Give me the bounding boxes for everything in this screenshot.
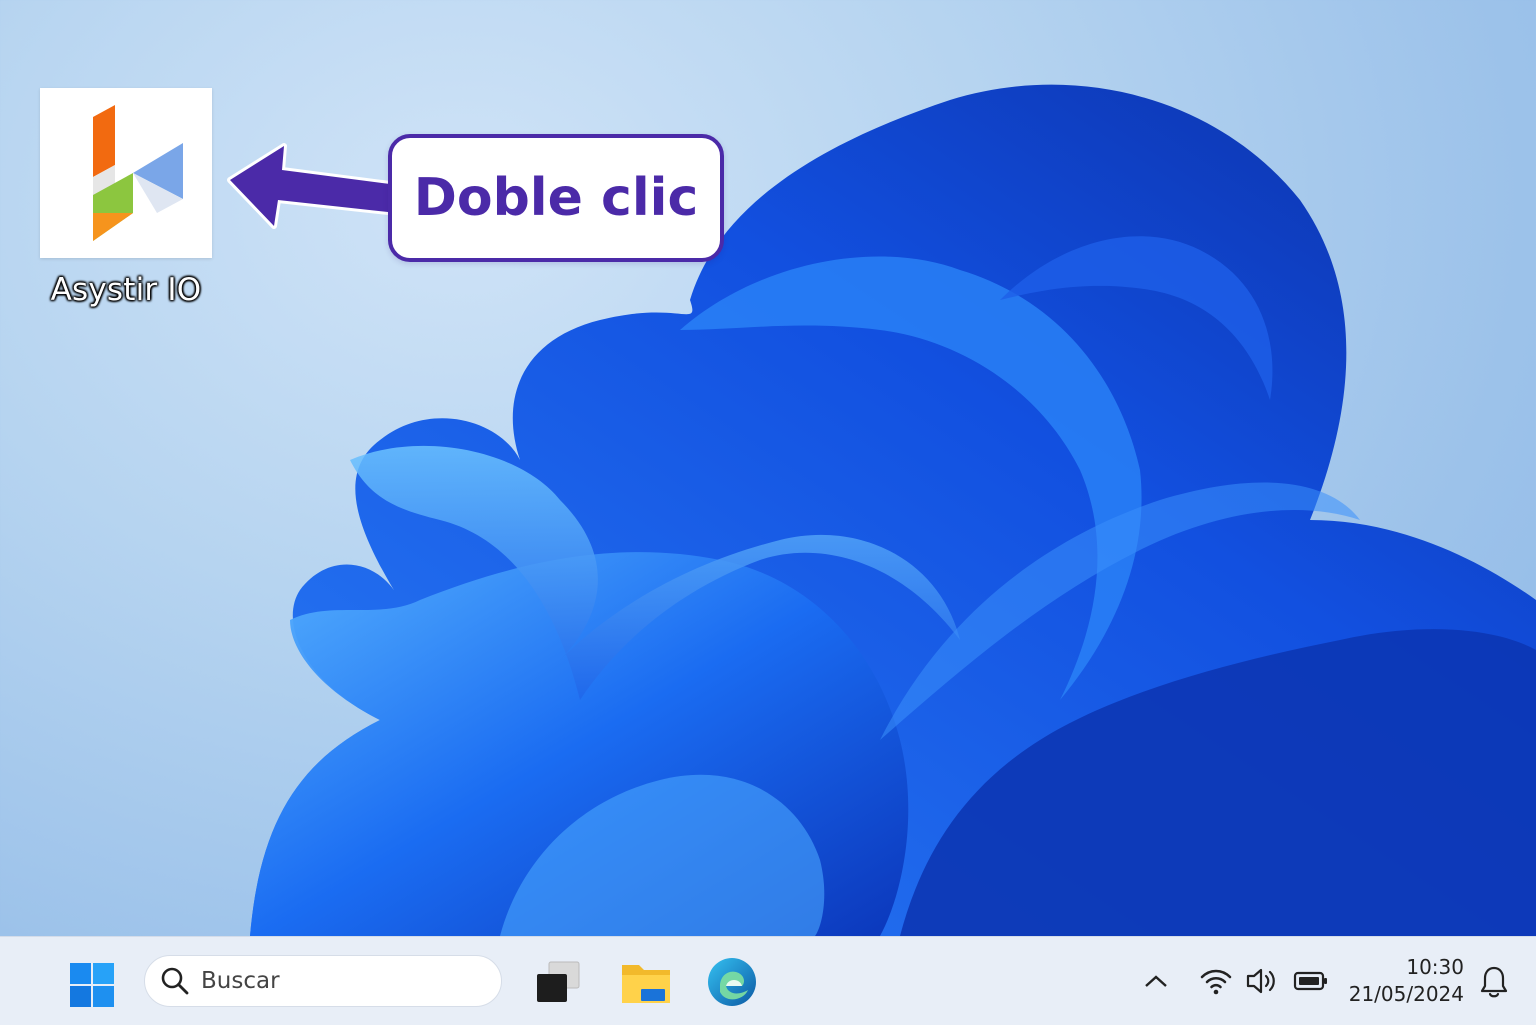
task-view-icon[interactable] bbox=[532, 957, 584, 1007]
search-placeholder: Buscar bbox=[201, 968, 280, 994]
battery-icon[interactable] bbox=[1292, 965, 1330, 997]
chevron-up-icon[interactable] bbox=[1140, 965, 1172, 997]
taskbar-search-box[interactable]: Buscar bbox=[144, 955, 502, 1007]
callout-text: Doble clic bbox=[413, 168, 699, 228]
edge-browser-icon[interactable] bbox=[704, 955, 760, 1009]
wifi-icon[interactable] bbox=[1198, 963, 1234, 999]
asystir-io-app-icon[interactable] bbox=[40, 88, 212, 258]
volume-icon[interactable] bbox=[1244, 963, 1282, 999]
clock-time: 10:30 bbox=[1406, 955, 1464, 979]
system-clock[interactable]: 10:30 21/05/2024 bbox=[1344, 953, 1464, 1009]
windows-start-icon[interactable] bbox=[68, 961, 116, 1009]
notification-bell-icon[interactable] bbox=[1474, 963, 1514, 1001]
pointer-arrow-icon bbox=[227, 143, 393, 229]
desktop-icon-label: Asystir IO bbox=[50, 272, 202, 308]
double-click-callout: Doble clic bbox=[388, 134, 724, 262]
file-explorer-icon[interactable] bbox=[618, 955, 674, 1009]
taskbar: Buscar 10:30 21/05/2024 bbox=[0, 936, 1536, 1025]
search-icon bbox=[161, 967, 189, 995]
clock-date: 21/05/2024 bbox=[1348, 982, 1464, 1006]
asystir-io-desktop-shortcut[interactable]: Asystir IO bbox=[38, 88, 214, 318]
